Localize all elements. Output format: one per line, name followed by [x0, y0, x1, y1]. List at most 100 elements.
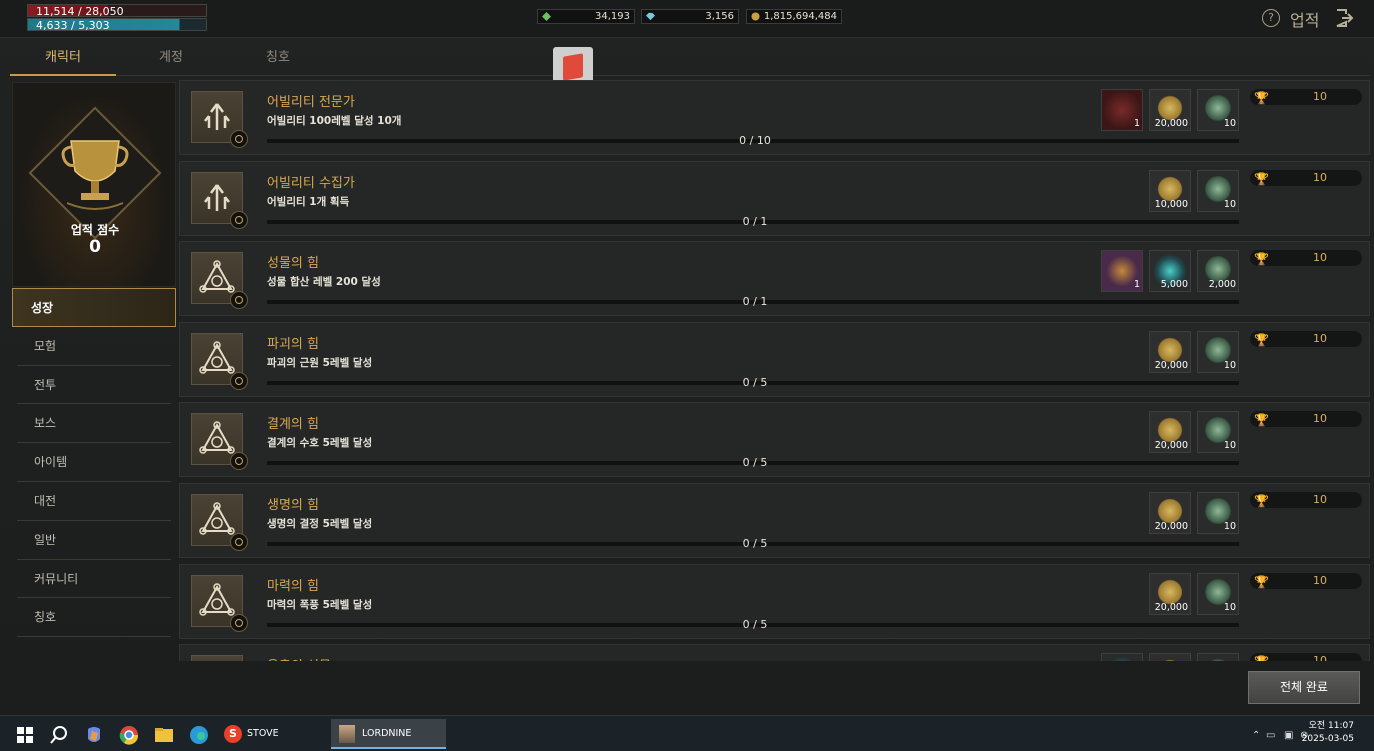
file-explorer-icon[interactable] — [154, 725, 174, 745]
achievement-row[interactable]: 마력의 힘 마력의 폭풍 5레벨 달성 0 / 5 20,000 10 🏆 10 — [179, 563, 1370, 639]
achievement-row[interactable]: 어빌리티 전문가 어빌리티 100레벨 달성 10개 0 / 10 1 20,000 10… — [179, 80, 1370, 155]
progress-text: 0 / 10 — [739, 134, 771, 147]
taskbar-app-lordnine[interactable]: LORDNINE — [331, 719, 446, 749]
achievement-row[interactable]: 어빌리티 수집가 어빌리티 1개 획득 0 / 1 10,000 10 🏆 10 — [179, 160, 1370, 236]
nav-item-item[interactable]: 아이템 — [17, 443, 171, 482]
nav-item-boss[interactable]: 보스 — [17, 404, 171, 444]
trophy-small-icon: 🏆 — [1254, 91, 1269, 105]
reward-emblem-icon[interactable] — [1197, 653, 1239, 661]
triangle-rune-icon — [191, 574, 248, 632]
achievement-points: 🏆 10 — [1250, 250, 1362, 267]
magnifier-icon[interactable] — [230, 452, 248, 471]
exit-icon[interactable] — [1334, 8, 1354, 28]
nav-item-community[interactable]: 커뮤니티 — [17, 560, 171, 599]
nav-item-pvp[interactable]: 대전 — [17, 482, 171, 521]
reward-gold-icon[interactable]: 20,000 — [1149, 411, 1191, 454]
system-clock[interactable]: 오전 11:07 2025-03-05 — [1302, 720, 1354, 746]
achievement-title: 마력의 힘 — [267, 578, 319, 594]
reward-emblem-icon[interactable]: 2,000 — [1197, 250, 1239, 293]
reward-count: 10 — [1223, 601, 1236, 613]
achievement-row[interactable]: 결계의 힘 결계의 수호 5레벨 달성 0 / 5 20,000 10 🏆 10 — [179, 402, 1370, 478]
reward-gold-icon[interactable]: 20,000 — [1149, 492, 1191, 534]
achievement-row[interactable]: 성물의 힘 성물 합산 레벨 200 달성 0 / 1 1 5,000 2,000 🏆 10 — [179, 241, 1370, 317]
progress-text: 0 / 5 — [742, 375, 768, 389]
nav-item-general[interactable]: 일반 — [17, 521, 171, 560]
category-nav: 성장 모험 전투 보스 아이템 대전 일반 커뮤니티 칭호 — [12, 288, 176, 638]
magnifier-icon[interactable] — [230, 291, 248, 310]
edge-icon[interactable] — [189, 725, 209, 745]
left-panel: 업적 점수 0 성장 모험 전투 보스 아이템 대전 일반 커뮤니티 칭호 — [12, 82, 176, 640]
chrome-icon[interactable] — [119, 725, 139, 745]
reward-gold-icon[interactable]: 20,000 — [1149, 572, 1191, 615]
tab-account[interactable]: 계정 — [118, 44, 224, 76]
mp-bar: 4,633 / 5,303 — [27, 18, 207, 32]
reward-count: 5,000 — [1160, 279, 1188, 291]
reward-count: 2,000 — [1208, 279, 1236, 291]
reward-emblem-icon[interactable]: 10 — [1197, 572, 1239, 615]
display-icon[interactable]: ▣ — [1284, 730, 1293, 741]
reward-red-icon[interactable]: 1 — [1101, 89, 1143, 131]
points-value: 10 — [1313, 412, 1327, 426]
magnifier-icon[interactable] — [230, 613, 248, 632]
reward-count: 20,000 — [1154, 359, 1188, 371]
achievement-points: 🏆 10 — [1250, 330, 1362, 347]
triangle-rune-icon — [191, 252, 248, 310]
taskbar-app-stove[interactable]: S STOVE — [220, 719, 326, 749]
nav-item-combat[interactable]: 전투 — [17, 366, 171, 405]
achievement-row[interactable]: 생명의 힘 생명의 결정 5레벨 달성 0 / 5 20,000 10 🏆 10 — [179, 483, 1370, 558]
magnifier-icon[interactable] — [230, 210, 248, 229]
help-icon[interactable]: ? — [1262, 9, 1280, 27]
reward-gold-icon[interactable] — [1149, 653, 1191, 661]
reward-gold-icon[interactable]: 10,000 — [1149, 169, 1191, 212]
tab-title[interactable]: 칭호 — [225, 44, 331, 76]
reward-emblem-icon[interactable]: 10 — [1197, 492, 1239, 534]
achievement-points: 🏆 10 — [1250, 411, 1362, 428]
reward-list — [1095, 653, 1239, 661]
reward-count: 10 — [1223, 118, 1236, 129]
reward-gold-icon[interactable]: 20,000 — [1149, 330, 1191, 373]
stove-icon: S — [224, 724, 242, 743]
gold-coin-icon — [751, 12, 760, 21]
taskbar-app-label: LORDNINE — [362, 728, 412, 739]
tab-character[interactable]: 캐릭터 — [10, 44, 116, 76]
reward-purple-icon[interactable]: 1 — [1101, 250, 1143, 293]
reward-crystal-icon[interactable]: 5,000 — [1149, 250, 1191, 293]
magnifier-icon[interactable] — [230, 130, 248, 148]
achievement-points: 🏆 10 — [1250, 169, 1362, 186]
points-value: 10 — [1313, 170, 1327, 184]
achievement-row[interactable]: 파괴의 힘 파괴의 근원 5레벨 달성 0 / 5 20,000 10 🏆 10 — [179, 321, 1370, 397]
reward-emblem-icon[interactable]: 10 — [1197, 411, 1239, 454]
reward-emblem-icon[interactable]: 10 — [1197, 89, 1239, 131]
nav-item-growth[interactable]: 성장 — [12, 288, 176, 327]
windows-start-icon[interactable] — [15, 725, 35, 745]
reward-count: 10 — [1223, 198, 1236, 210]
reward-crystal-icon[interactable] — [1101, 653, 1143, 661]
reward-emblem-icon[interactable]: 10 — [1197, 330, 1239, 373]
achievement-list[interactable]: 어빌리티 전문가 어빌리티 100레벨 달성 10개 0 / 10 1 20,000 10… — [179, 80, 1370, 661]
reward-list: 10,000 10 — [1143, 169, 1239, 212]
reward-count: 1 — [1133, 279, 1140, 291]
trophy-small-icon: 🏆 — [1254, 654, 1269, 661]
reward-gold-icon[interactable]: 20,000 — [1149, 89, 1191, 131]
achievement-points: 🏆 10 — [1250, 492, 1362, 508]
achievement-row[interactable]: 응축의 성물 🏆 10 — [179, 644, 1370, 661]
nav-item-title[interactable]: 칭호 — [17, 598, 171, 638]
reward-emblem-icon[interactable]: 10 — [1197, 169, 1239, 212]
reward-list: 20,000 10 — [1143, 330, 1239, 373]
search-icon[interactable] — [49, 725, 69, 745]
points-value: 10 — [1313, 90, 1327, 103]
achievement-title: 파괴의 힘 — [267, 336, 319, 352]
magnifier-icon[interactable] — [230, 533, 248, 551]
green-gem-icon — [542, 12, 551, 21]
network-icon[interactable]: ▭ — [1266, 730, 1275, 741]
currency-gold: 1,815,694,484 — [746, 9, 842, 24]
reward-list: 20,000 10 — [1143, 572, 1239, 615]
trophy-small-icon: 🏆 — [1254, 413, 1269, 428]
complete-all-button[interactable]: 전체 완료 — [1248, 671, 1360, 704]
nav-item-adventure[interactable]: 모험 — [17, 327, 171, 366]
triangle-rune-icon — [191, 413, 248, 471]
taskbar-app-label: STOVE — [247, 728, 279, 739]
magnifier-icon[interactable] — [230, 371, 248, 390]
copilot-icon[interactable] — [84, 725, 104, 745]
chevron-up-icon[interactable]: ⌃ — [1252, 730, 1260, 741]
